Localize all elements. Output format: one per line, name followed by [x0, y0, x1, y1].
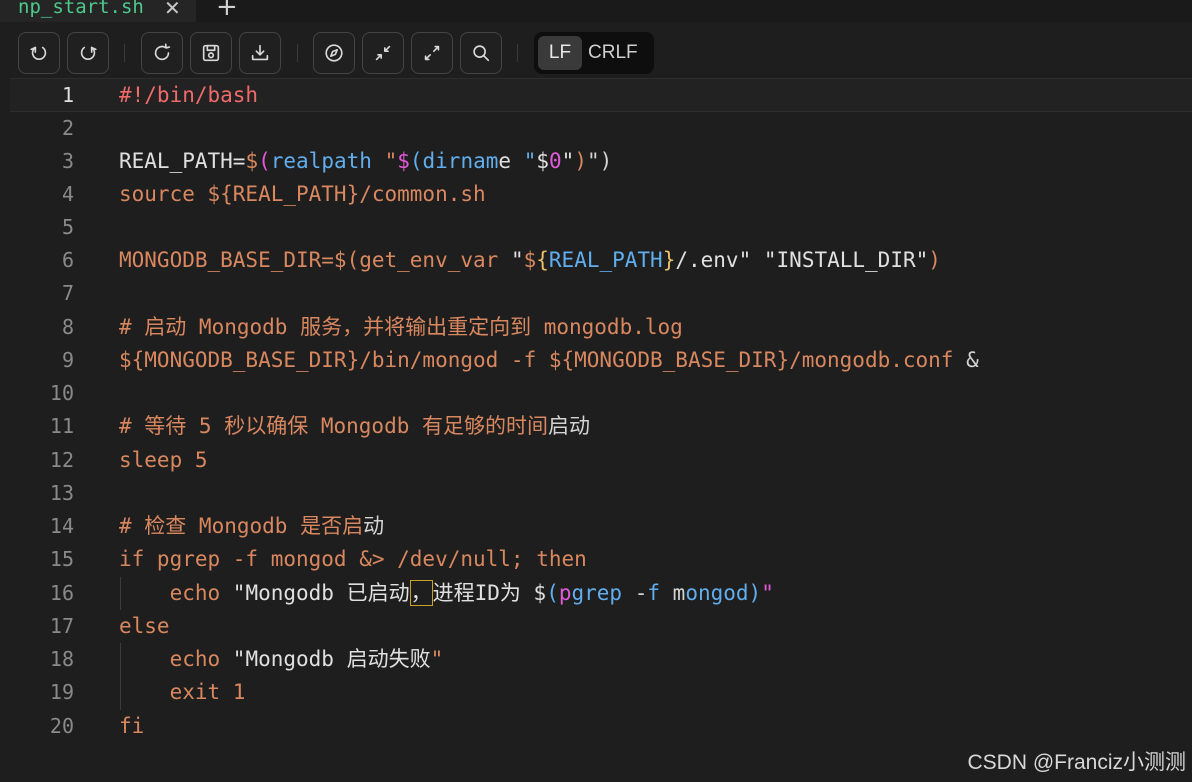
compass-button[interactable] [313, 32, 355, 74]
line-number: 15 [49, 547, 74, 571]
line-number: 1 [61, 83, 74, 107]
search-button[interactable] [460, 32, 502, 74]
line-number: 19 [49, 680, 74, 704]
line-number: 3 [61, 149, 74, 173]
code-line[interactable]: ${MONGODB_BASE_DIR}/bin/mongod -f ${MONG… [119, 344, 979, 377]
line-number: 10 [49, 381, 74, 405]
line-number: 11 [49, 414, 74, 438]
code-line[interactable]: fi [119, 710, 144, 743]
toolbar: LF CRLF [0, 22, 1192, 82]
code-line[interactable]: #!/bin/bash [119, 79, 258, 112]
toolbar-divider [297, 44, 298, 62]
download-button[interactable] [239, 32, 281, 74]
save-button[interactable] [190, 32, 232, 74]
line-number: 18 [49, 647, 74, 671]
compass-icon [325, 44, 343, 62]
line-number: 20 [49, 714, 74, 738]
line-number: 14 [49, 514, 74, 538]
line-number: 2 [61, 116, 74, 140]
line-number: 13 [49, 481, 74, 505]
line-ending-toggle: LF CRLF [534, 32, 654, 74]
code-line[interactable]: exit 1 [119, 676, 246, 709]
undo-button[interactable] [18, 32, 60, 74]
code-line[interactable]: # 检查 Mongodb 是否启动 [119, 510, 384, 543]
line-number: 9 [61, 348, 74, 372]
search-icon [473, 45, 490, 62]
line-number: 4 [61, 182, 74, 206]
line-number: 8 [61, 315, 74, 339]
toolbar-divider [124, 44, 125, 62]
eol-crlf-option[interactable]: CRLF [588, 36, 638, 70]
code-line[interactable]: # 启动 Mongodb 服务，并将输出重定向到 mongodb.log [119, 311, 683, 344]
expand-icon [424, 45, 440, 61]
tab-title: np_start.sh [18, 0, 144, 18]
watermark: CSDN @Franciz小测测 [967, 751, 1186, 774]
collapse-icon [375, 45, 391, 61]
code-line[interactable]: if pgrep -f mongod &> /dev/null; then [119, 543, 587, 576]
close-icon[interactable]: ✕ [164, 0, 181, 18]
line-number: 7 [61, 281, 74, 305]
line-number: 17 [49, 614, 74, 638]
reload-button[interactable] [141, 32, 183, 74]
tab-np-start[interactable]: np_start.sh ✕ [0, 0, 196, 22]
redo-button[interactable] [67, 32, 109, 74]
collapse-button[interactable] [362, 32, 404, 74]
line-number: 6 [61, 248, 74, 272]
reload-icon [154, 43, 171, 61]
code-editor[interactable]: 1 2 3 4 5 6 7 8 9 10 11 12 13 14 15 16 1… [0, 78, 1192, 782]
line-number: 12 [49, 448, 74, 472]
code-line[interactable]: REAL_PATH=$(realpath "$(dirname "$0")") [119, 145, 612, 178]
code-line[interactable]: sleep 5 [119, 444, 208, 477]
save-icon [202, 44, 220, 62]
eol-lf-option[interactable]: LF [538, 36, 582, 70]
redo-icon [80, 46, 97, 60]
code-line[interactable]: echo "Mongodb 已启动，进程ID为 $(pgrep -f mongo… [119, 577, 774, 610]
undo-icon [30, 46, 47, 60]
line-number: 16 [49, 581, 74, 605]
code-line[interactable]: echo "Mongodb 启动失败" [119, 643, 444, 676]
download-icon [251, 44, 269, 61]
code-line[interactable]: source ${REAL_PATH}/common.sh [119, 178, 486, 211]
plus-icon[interactable]: + [216, 0, 238, 20]
tab-bar: np_start.sh ✕ + [0, 0, 1192, 22]
expand-button[interactable] [411, 32, 453, 74]
code-line[interactable]: else [119, 610, 170, 643]
toolbar-divider [517, 44, 518, 62]
code-line[interactable]: # 等待 5 秒以确保 Mongodb 有足够的时间启动 [119, 410, 590, 443]
code-line[interactable]: MONGODB_BASE_DIR=$(get_env_var "${REAL_P… [119, 244, 941, 277]
line-number: 5 [61, 215, 74, 239]
